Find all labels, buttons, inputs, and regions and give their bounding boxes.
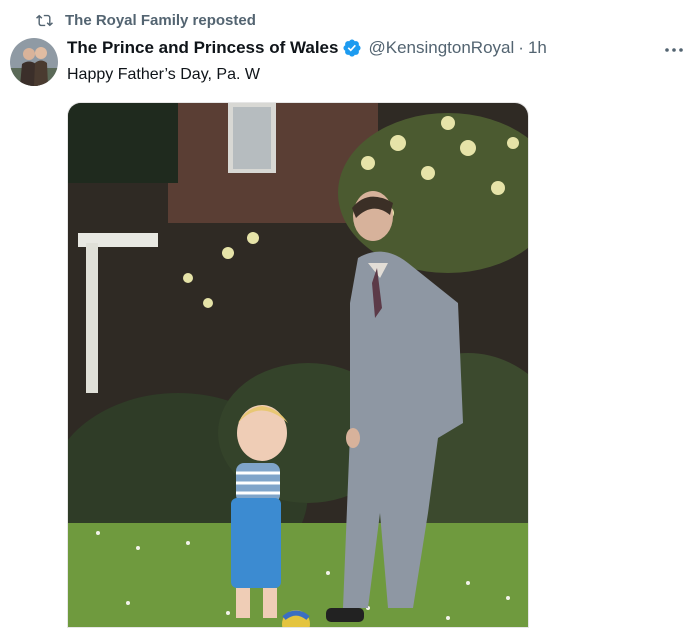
separator-dot: · — [518, 38, 524, 57]
repost-indicator[interactable]: The Royal Family reposted — [36, 12, 256, 29]
avatar[interactable] — [10, 38, 58, 86]
tweet-photo[interactable] — [67, 102, 529, 628]
more-options-icon[interactable] — [662, 38, 686, 62]
photo-illustration — [68, 103, 528, 627]
verified-badge-icon — [343, 39, 362, 57]
repost-label: The Royal Family reposted — [65, 12, 256, 29]
timestamp[interactable]: 1h — [528, 38, 547, 58]
author-handle[interactable]: @KensingtonRoyal — [368, 38, 514, 58]
repost-icon — [36, 14, 53, 27]
author-name[interactable]: The Prince and Princess of Wales — [67, 38, 338, 58]
tweet-text: Happy Father’s Day, Pa. W — [67, 66, 260, 83]
tweet-header: The Prince and Princess of Wales @Kensin… — [67, 38, 640, 58]
